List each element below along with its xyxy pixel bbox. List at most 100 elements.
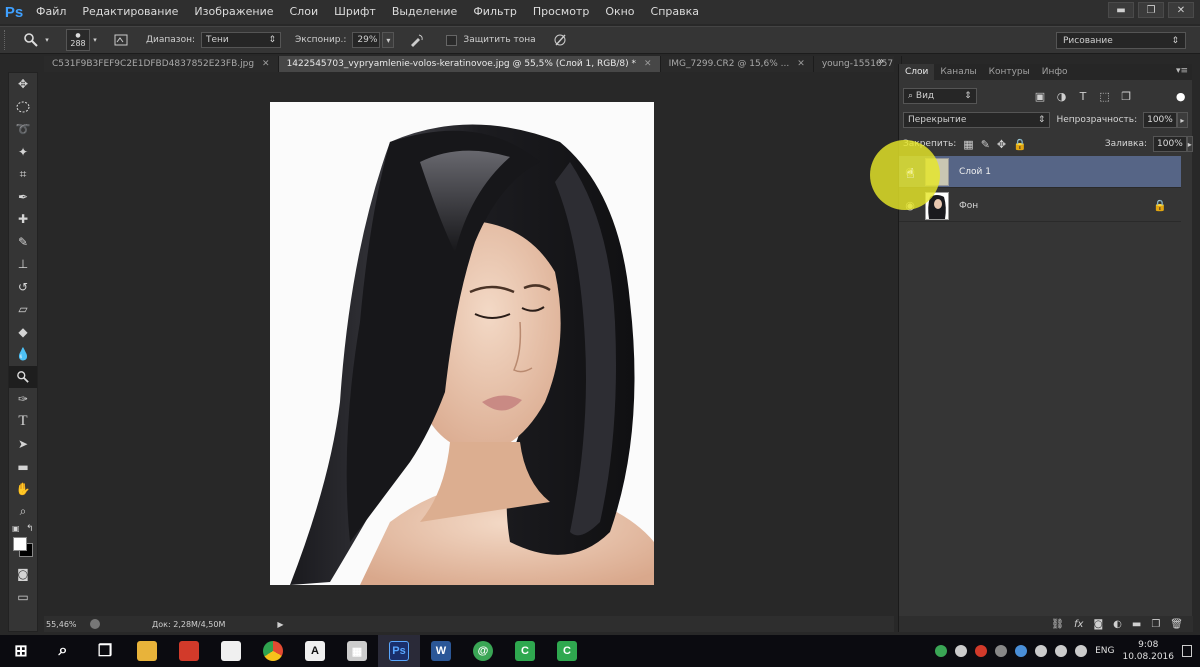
status-info-icon[interactable] — [90, 619, 100, 629]
opacity-input[interactable]: 100% — [1143, 112, 1177, 128]
crop-tool-icon[interactable]: ⌗ — [9, 163, 37, 186]
taskbar-font-a[interactable]: A — [294, 635, 336, 667]
menu-select[interactable]: Выделение — [384, 0, 466, 24]
wifi-icon[interactable] — [1055, 645, 1068, 657]
healing-brush-tool-icon[interactable]: ✚ — [9, 208, 37, 231]
taskbar-chrome[interactable] — [252, 635, 294, 667]
add-mask-icon[interactable]: ◙ — [1093, 619, 1103, 630]
taskbar-app-red-green[interactable] — [168, 635, 210, 667]
lasso-tool-icon[interactable]: ➰ — [9, 118, 37, 141]
battery-icon[interactable] — [1035, 645, 1048, 657]
filter-pixel-icon[interactable]: ▣ — [1033, 88, 1048, 104]
menu-image[interactable]: Изображение — [186, 0, 281, 24]
antivirus-icon[interactable] — [975, 645, 988, 657]
taskbar-green-c-2[interactable]: C — [546, 635, 588, 667]
bluetooth-icon[interactable] — [1015, 645, 1028, 657]
swap-colors-icon[interactable]: ↰ — [26, 524, 34, 534]
layer-filter-select[interactable]: ⌕ Вид ⇕ — [903, 88, 977, 104]
shield-icon[interactable] — [995, 645, 1008, 657]
brush-size-picker[interactable]: ● 288 — [66, 29, 90, 51]
fill-slider-button[interactable]: ▸ — [1186, 136, 1193, 152]
taskbar-green-c[interactable]: C — [504, 635, 546, 667]
menu-view[interactable]: Просмотр — [525, 0, 597, 24]
range-select[interactable]: Тени ⇕ — [201, 32, 282, 48]
quick-mask-icon[interactable]: ◙ — [9, 563, 37, 586]
language-indicator[interactable]: ENG — [1095, 646, 1114, 656]
taskbar-start[interactable]: ⊞ — [0, 635, 42, 667]
tab-document-4[interactable]: young-1551657 — [814, 56, 903, 72]
restore-button[interactable]: ❐ — [1138, 2, 1164, 18]
menu-help[interactable]: Справка — [643, 0, 707, 24]
foreground-color-swatch[interactable] — [13, 537, 27, 551]
screen-mode-icon[interactable]: ▭ — [9, 586, 37, 609]
menu-file[interactable]: Файл — [28, 0, 74, 24]
marquee-tool-icon[interactable] — [9, 96, 37, 119]
adjustment-layer-icon[interactable]: ◐ — [1113, 619, 1122, 630]
opacity-slider-button[interactable]: ▸ — [1176, 112, 1188, 128]
close-icon[interactable]: ✕ — [644, 56, 652, 72]
minimize-button[interactable]: ▬ — [1108, 2, 1134, 18]
protect-tones-checkbox[interactable] — [446, 34, 458, 46]
filter-adjustment-icon[interactable]: ◑ — [1054, 88, 1069, 104]
pressure-icon[interactable] — [550, 30, 572, 50]
delete-layer-icon[interactable]: 🗑 — [1170, 619, 1183, 630]
taskbar-calculator[interactable]: ▦ — [336, 635, 378, 667]
brush-tool-icon[interactable]: ✎ — [9, 231, 37, 254]
close-button[interactable]: ✕ — [1168, 2, 1194, 18]
notifications-icon[interactable] — [1182, 645, 1192, 657]
layer-row-2[interactable]: ◉ Фон 🔒 — [899, 190, 1181, 222]
default-colors-icon[interactable]: ▣ — [12, 524, 20, 533]
tab-paths[interactable]: Контуры — [983, 64, 1036, 80]
menu-window[interactable]: Окно — [597, 0, 642, 24]
taskbar-task-view[interactable]: ❒ — [84, 635, 126, 667]
exposure-input[interactable]: 29% — [352, 32, 381, 48]
airbrush-icon[interactable] — [406, 30, 428, 50]
move-tool-icon[interactable]: ✥ — [9, 73, 37, 96]
new-group-icon[interactable]: ▬ — [1132, 619, 1141, 630]
rectangle-tool-icon[interactable]: ▬ — [9, 456, 37, 479]
lock-transparency-icon[interactable]: ▦ — [963, 136, 973, 152]
burn-tool-icon[interactable] — [9, 365, 37, 388]
link-layers-icon[interactable]: ⛓ — [1051, 619, 1064, 630]
menu-type[interactable]: Шрифт — [326, 0, 384, 24]
tab-document-2[interactable]: 1422545703_vypryamlenie-volos-keratinovo… — [278, 56, 661, 72]
tabs-overflow-button[interactable]: » — [878, 56, 884, 67]
blend-mode-select[interactable]: Перекрытие ⇕ — [903, 112, 1051, 128]
filter-shape-icon[interactable]: ⬚ — [1097, 88, 1112, 104]
taskbar-camera[interactable] — [210, 635, 252, 667]
taskbar-clock[interactable]: 9:08 10.08.2016 — [1122, 639, 1174, 663]
lock-pixels-icon[interactable]: ✎ — [981, 136, 990, 152]
document-image[interactable] — [270, 102, 654, 585]
tab-document-1[interactable]: C531F9B3FEF9C2E1DFBD4837852E23FB.jpg ✕ — [44, 56, 279, 72]
brush-settings-icon[interactable] — [110, 30, 132, 50]
new-layer-icon[interactable]: ❐ — [1151, 619, 1160, 630]
path-selection-tool-icon[interactable]: ➤ — [9, 433, 37, 456]
taskbar-word[interactable]: W — [420, 635, 462, 667]
layer-name[interactable]: Фон — [959, 201, 978, 211]
menu-layers[interactable]: Слои — [282, 0, 327, 24]
close-icon[interactable]: ✕ — [262, 56, 270, 72]
hand-tool-icon[interactable]: ✋ — [9, 478, 37, 501]
tab-channels[interactable]: Каналы — [934, 64, 982, 80]
workspace-select[interactable]: Рисование ⇕ — [1056, 32, 1186, 49]
layer-style-icon[interactable]: fx — [1074, 619, 1083, 630]
fill-input[interactable]: 100% — [1153, 136, 1187, 152]
pen-tool-icon[interactable]: ✑ — [9, 388, 37, 411]
zoom-tool-icon[interactable]: ⌕ — [9, 501, 37, 524]
taskbar-photoshop[interactable]: Ps — [378, 635, 420, 667]
panel-menu-icon[interactable]: ▾≡ — [1176, 66, 1188, 76]
filter-toggle-icon[interactable]: ● — [1173, 88, 1188, 104]
options-grip[interactable] — [4, 30, 10, 50]
close-icon[interactable]: ✕ — [797, 56, 805, 72]
history-brush-tool-icon[interactable]: ↺ — [9, 276, 37, 299]
network-green-icon[interactable] — [935, 645, 948, 657]
lock-position-icon[interactable]: ✥ — [997, 136, 1006, 152]
eyedropper-tool-icon[interactable]: ✒ — [9, 186, 37, 209]
taskbar-search[interactable]: ⌕ — [42, 635, 84, 667]
tab-layers[interactable]: Слои — [899, 64, 935, 80]
stamp-tool-icon[interactable]: ⊥ — [9, 253, 37, 276]
tab-info[interactable]: Инфо — [1036, 64, 1074, 80]
layer-name[interactable]: Слой 1 — [959, 167, 991, 177]
filter-smart-object-icon[interactable]: ❐ — [1119, 88, 1134, 104]
cloud-icon[interactable] — [955, 645, 968, 657]
